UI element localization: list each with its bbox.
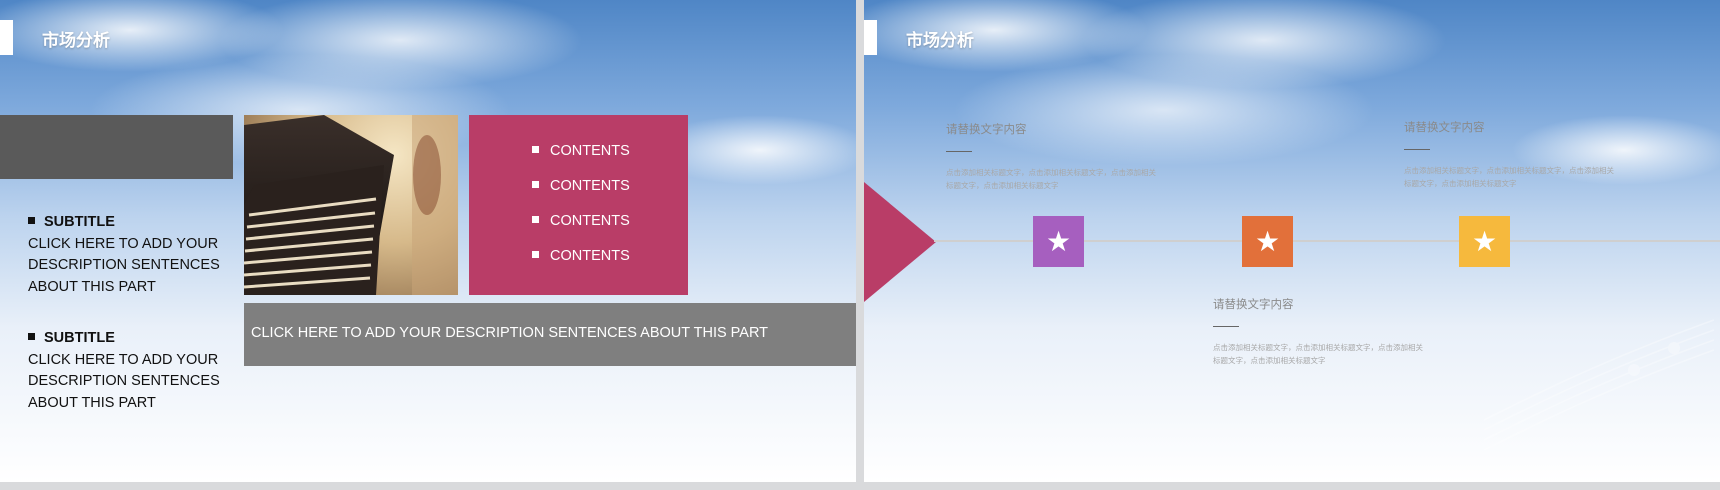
text-group-3[interactable]: 请替换文字内容 点击添加相关标题文字，点击添加相关标题文字，点击添加相关标题文字… [1213,296,1423,367]
slide-market-analysis-left: 市场分析 SUBTITLE CLICK HERE TO ADD YOUR DES… [0,0,856,482]
contents-item[interactable]: CONTENTS [532,211,630,246]
bullet-square-icon [532,180,539,188]
text-body: 点击添加相关标题文字，点击添加相关标题文字，点击添加相关标题文字，点击添加相关标… [1404,166,1614,188]
subtitle-description: CLICK HERE TO ADD YOUR DESCRIPTION SENTE… [28,351,220,411]
contents-item[interactable]: CONTENTS [532,141,630,176]
star-icon-orange[interactable]: ★ [1242,216,1293,267]
text-body: 点击添加相关标题文字，点击添加相关标题文字，点击添加相关标题文字，点击添加相关标… [1213,343,1423,365]
bullet-square-icon [532,215,539,223]
heading-underline [1213,326,1239,327]
contents-list: CONTENTS CONTENTS CONTENTS CONTENTS [532,141,630,281]
piano-photo[interactable] [244,115,458,295]
slide-title[interactable]: 市场分析 [906,26,974,51]
music-staff-decoration [1484,319,1714,450]
dark-header-bar [0,115,233,179]
heading-underline [1404,149,1430,150]
subtitle-block-2[interactable]: SUBTITLE CLICK HERE TO ADD YOUR DESCRIPT… [28,328,228,414]
text-heading: 请替换文字内容 [1404,120,1485,134]
piano-keys-image [244,115,458,295]
text-heading: 请替换文字内容 [1213,297,1294,311]
subtitle-label: SUBTITLE [44,214,115,230]
star-icon-yellow[interactable]: ★ [1459,216,1510,267]
bullet-square-icon [28,216,35,224]
text-heading: 请替换文字内容 [946,122,1027,136]
text-body: 点击添加相关标题文字，点击添加相关标题文字，点击添加相关标题文字，点击添加相关标… [946,168,1156,190]
timeline-arrow-icon [864,182,936,302]
contents-box: CONTENTS CONTENTS CONTENTS CONTENTS [469,115,688,295]
title-marker [0,20,13,55]
bullet-square-icon [532,145,539,153]
text-group-2[interactable]: 请替换文字内容 点击添加相关标题文字，点击添加相关标题文字，点击添加相关标题文字… [1404,119,1614,190]
bottom-description-bar[interactable]: CLICK HERE TO ADD YOUR DESCRIPTION SENTE… [244,303,856,366]
star-icon-purple[interactable]: ★ [1033,216,1084,267]
contents-item[interactable]: CONTENTS [532,176,630,211]
subtitle-description: CLICK HERE TO ADD YOUR DESCRIPTION SENTE… [28,235,220,295]
bottom-description-text: CLICK HERE TO ADD YOUR DESCRIPTION SENTE… [251,325,769,341]
title-marker [864,20,877,55]
slide-market-analysis-right: 市场分析 ★ ★ ★ 请替换文字内容 点击添加相关标题文字，点击添加相关标题文字… [864,0,1720,482]
bullet-square-icon [28,332,35,340]
contents-item[interactable]: CONTENTS [532,246,630,281]
slide-title[interactable]: 市场分析 [42,26,110,51]
heading-underline [946,151,972,152]
bullet-square-icon [532,250,539,258]
text-group-1[interactable]: 请替换文字内容 点击添加相关标题文字，点击添加相关标题文字，点击添加相关标题文字… [946,121,1156,192]
subtitle-block-1[interactable]: SUBTITLE CLICK HERE TO ADD YOUR DESCRIPT… [28,212,228,298]
subtitle-label: SUBTITLE [44,330,115,346]
